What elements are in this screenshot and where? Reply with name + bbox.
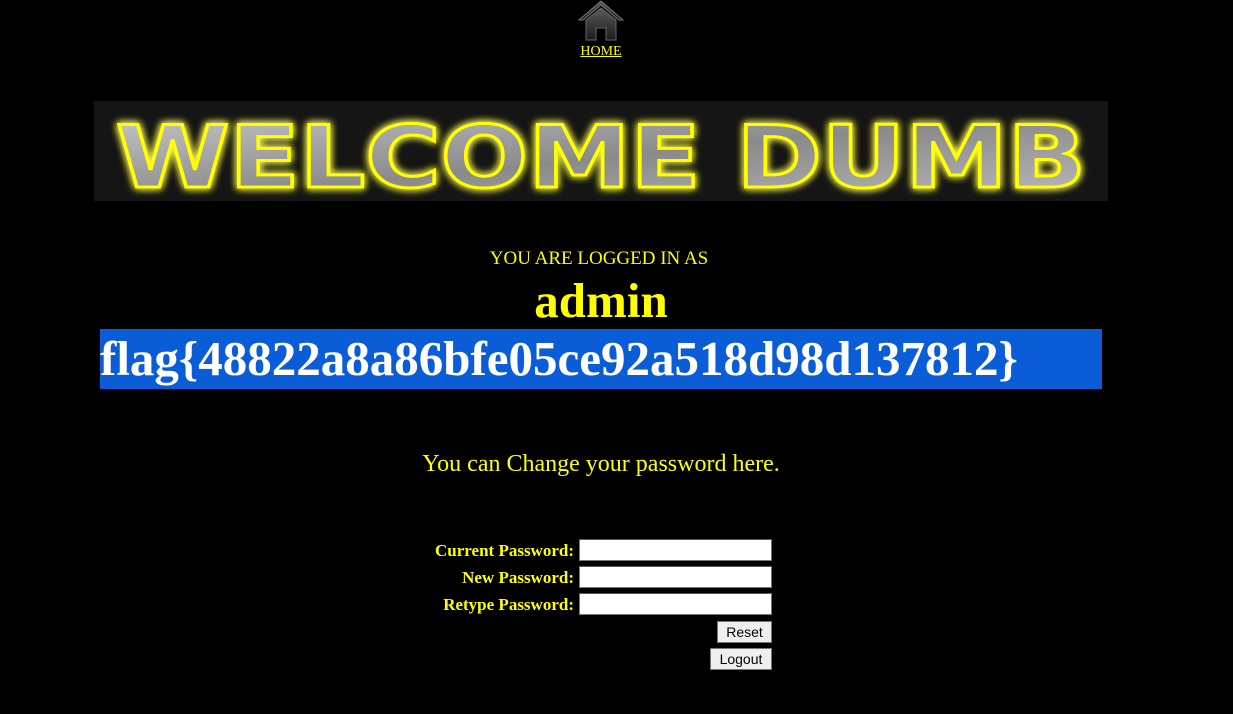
welcome-banner: WELCOME DUMB	[94, 101, 1108, 201]
username: admin	[534, 273, 668, 328]
new-password-label: New Password:	[462, 568, 574, 587]
current-password-label: Current Password:	[435, 541, 574, 560]
logout-button[interactable]: Logout	[710, 648, 772, 670]
retype-password-label: Retype Password:	[443, 595, 574, 614]
logged-in-label: YOU ARE LOGGED IN AS	[489, 248, 709, 269]
change-password-intro: You can Change your password here.	[422, 451, 780, 477]
banner-text: WELCOME DUMB	[116, 108, 1086, 201]
reset-button[interactable]: Reset	[717, 621, 772, 643]
home-icon[interactable]	[577, 0, 625, 42]
flag-text: flag{48822a8a86bfe05ce92a518d98d137812}	[100, 329, 1102, 389]
current-password-field[interactable]	[579, 539, 772, 561]
retype-password-field[interactable]	[579, 593, 772, 615]
home-link[interactable]: HOME	[0, 44, 1202, 60]
new-password-field[interactable]	[579, 566, 772, 588]
